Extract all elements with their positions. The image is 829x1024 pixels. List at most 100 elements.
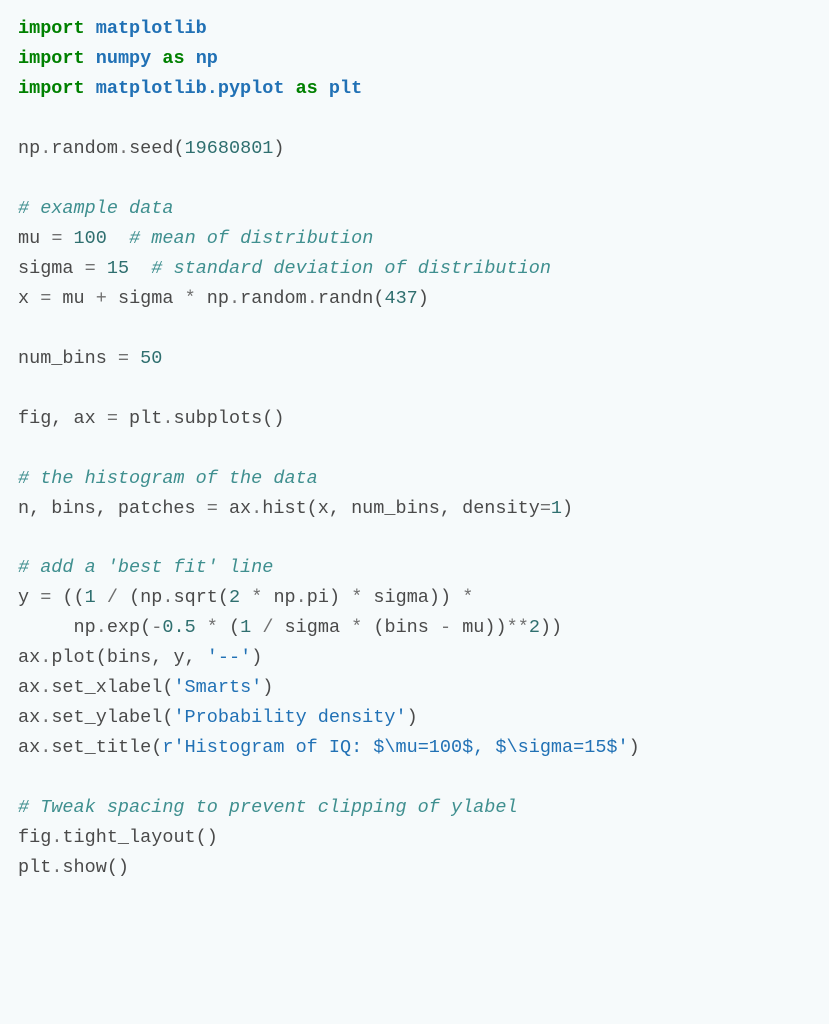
code-token: 437 (384, 288, 417, 309)
code-token: plt (118, 408, 162, 429)
code-token: = (107, 408, 118, 429)
code-token: randn( (318, 288, 385, 309)
code-line: sigma = 15 # standard deviation of distr… (18, 258, 551, 279)
code-token: # the histogram of the data (18, 468, 318, 489)
code-token: . (51, 857, 62, 878)
code-token: ax (18, 707, 40, 728)
code-token: 15 (107, 258, 129, 279)
code-token: 19680801 (185, 138, 274, 159)
code-token: = (51, 228, 62, 249)
code-token: show() (62, 857, 129, 878)
code-token: sigma (107, 288, 185, 309)
code-token: np (18, 617, 96, 638)
code-token: ) (418, 288, 429, 309)
code-token: # example data (18, 198, 173, 219)
code-line: # the histogram of the data (18, 468, 318, 489)
code-token: ) (407, 707, 418, 728)
code-token (151, 48, 162, 69)
code-token: ) (562, 498, 573, 519)
code-token: import (18, 78, 85, 99)
code-token: sigma (18, 258, 85, 279)
code-token: ax (18, 647, 40, 668)
code-token: / (107, 587, 118, 608)
code-token: sqrt( (174, 587, 230, 608)
code-token (318, 78, 329, 99)
code-token: plt (329, 78, 362, 99)
code-token: '--' (207, 647, 251, 668)
code-token: (( (51, 587, 84, 608)
code-token: ) (262, 677, 273, 698)
code-token: # mean of distribution (129, 228, 373, 249)
code-token (196, 617, 207, 638)
code-token (85, 18, 96, 39)
code-line: # add a 'best fit' line (18, 557, 273, 578)
code-token: = (540, 498, 551, 519)
code-token: 1 (240, 617, 251, 638)
code-token: 0.5 (162, 617, 195, 638)
code-token: np (18, 138, 40, 159)
code-token: ** (507, 617, 529, 638)
code-token: hist(x, num_bins, density (262, 498, 540, 519)
code-token: mu (51, 288, 95, 309)
code-token: . (51, 827, 62, 848)
code-token: as (162, 48, 184, 69)
code-token: set_title( (51, 737, 162, 758)
code-token: matplotlib.pyplot (96, 78, 285, 99)
code-token: np (196, 288, 229, 309)
code-token: * (351, 617, 362, 638)
code-block: import matplotlib import numpy as np imp… (0, 0, 829, 897)
code-token: = (40, 288, 51, 309)
code-token: # add a 'best fit' line (18, 557, 273, 578)
code-token: mu (18, 228, 51, 249)
code-token (85, 48, 96, 69)
code-token: ) (629, 737, 640, 758)
code-token: . (40, 737, 51, 758)
code-token: numpy (96, 48, 152, 69)
code-line: y = ((1 / (np.sqrt(2 * np.pi) * sigma)) … (18, 587, 473, 608)
code-token: import (18, 48, 85, 69)
code-token: * (207, 617, 218, 638)
code-token: mu)) (451, 617, 507, 638)
code-token (284, 78, 295, 99)
code-line: num_bins = 50 (18, 348, 162, 369)
code-token: 1 (85, 587, 96, 608)
code-token: . (40, 647, 51, 668)
code-token: subplots() (173, 408, 284, 429)
code-token: fig (18, 827, 51, 848)
code-token (62, 228, 73, 249)
code-token: np (196, 48, 218, 69)
code-line: # example data (18, 198, 173, 219)
code-token: set_xlabel( (51, 677, 173, 698)
code-token: / (262, 617, 273, 638)
code-token: (bins (362, 617, 440, 638)
code-token: ax (18, 737, 40, 758)
code-token: * (351, 587, 362, 608)
code-token: pi) (307, 587, 351, 608)
code-token: exp( (107, 617, 151, 638)
code-token (96, 258, 107, 279)
code-token: random (240, 288, 307, 309)
code-token: . (229, 288, 240, 309)
code-token: . (162, 408, 173, 429)
code-token: . (251, 498, 262, 519)
code-token: n, bins, patches (18, 498, 207, 519)
code-token: . (296, 587, 307, 608)
code-token (251, 617, 262, 638)
code-token: sigma)) (362, 587, 462, 608)
code-token: ) (251, 647, 262, 668)
code-token (129, 348, 140, 369)
code-token (107, 228, 129, 249)
code-line: import numpy as np (18, 48, 218, 69)
code-token: matplotlib (96, 18, 207, 39)
code-token: plt (18, 857, 51, 878)
code-token: . (40, 677, 51, 698)
code-token: set_ylabel( (51, 707, 173, 728)
code-token (240, 587, 251, 608)
code-token: = (40, 587, 51, 608)
code-token: fig, ax (18, 408, 107, 429)
code-token: ) (273, 138, 284, 159)
code-token (129, 258, 151, 279)
code-line: ax.set_ylabel('Probability density') (18, 707, 418, 728)
code-token: = (118, 348, 129, 369)
code-token: 50 (140, 348, 162, 369)
